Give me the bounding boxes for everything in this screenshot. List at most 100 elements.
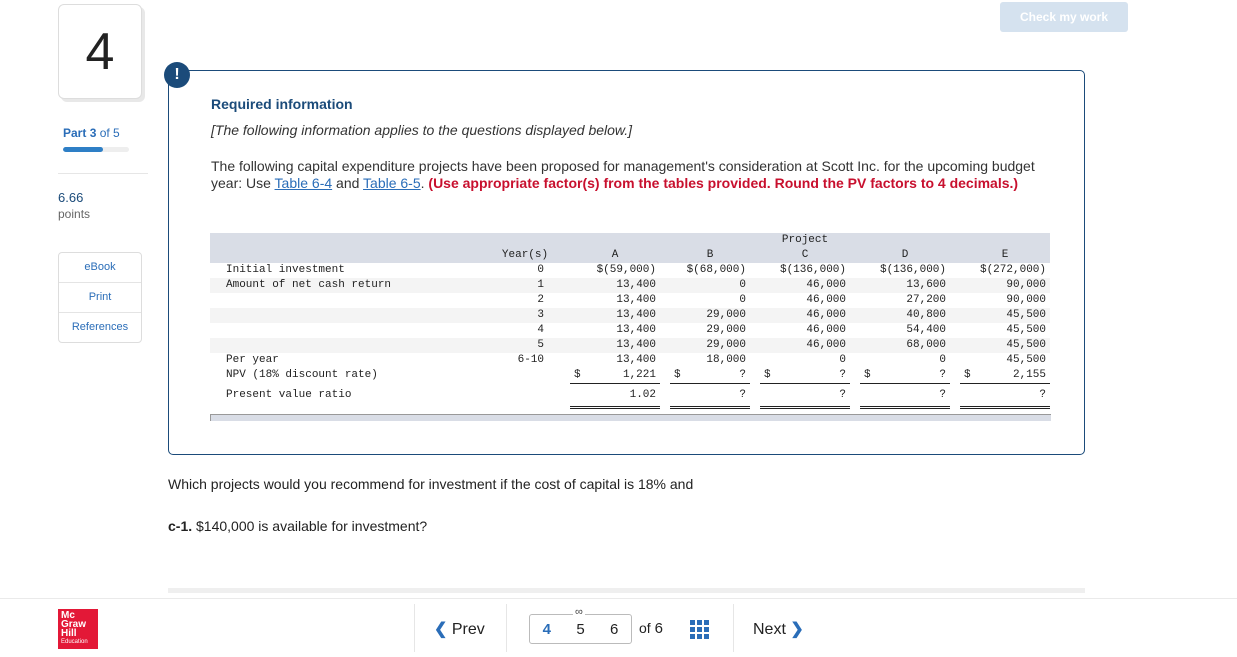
- link-icon: ∞: [573, 606, 585, 618]
- part-progress-bar: [63, 147, 129, 152]
- page-5[interactable]: 5: [576, 621, 584, 638]
- projects-table: Project Year(s) A B C D E Initial invest…: [210, 233, 1050, 409]
- year-header: Year(s): [490, 248, 560, 263]
- table-6-5-link[interactable]: Table 6-5: [363, 175, 421, 191]
- npv-e: $2,155: [960, 368, 1050, 384]
- cell-c: 46,000: [806, 324, 846, 336]
- cell-a: 13,400: [570, 278, 660, 293]
- project-c-header: C: [760, 248, 850, 263]
- cell-e: 90,000: [960, 278, 1050, 293]
- next-button[interactable]: Next ❯: [753, 619, 804, 639]
- part-current: 3: [89, 126, 97, 140]
- cell-c: 46,000: [760, 278, 850, 293]
- cell-d: 54,400: [906, 324, 946, 336]
- cell-b: 29,000: [670, 338, 750, 353]
- divider: [58, 173, 148, 174]
- pv-ratio-row: Present value ratio 1.02 ? ? ? ?: [210, 383, 1050, 409]
- cell-d: 0: [939, 354, 946, 366]
- references-link[interactable]: References: [59, 313, 141, 342]
- npv-label: NPV (18% discount rate): [226, 369, 378, 382]
- page-4[interactable]: 4: [543, 621, 551, 638]
- next-label: Next: [753, 621, 786, 638]
- row-year: 6-10: [517, 354, 544, 366]
- alert-icon: !: [164, 62, 190, 88]
- table-row: Per year 6-10 13,400 18,000 0 0 45,500: [210, 353, 1050, 368]
- projects-table-wrap: Project Year(s) A B C D E Initial invest…: [210, 233, 1050, 409]
- prev-label: Prev: [451, 621, 485, 638]
- cell-d: 13,600: [860, 278, 950, 293]
- cell-e: 45,500: [1006, 354, 1046, 366]
- question-number: 4: [85, 22, 115, 81]
- row-year: 1: [490, 278, 560, 293]
- nav-divider: [733, 604, 734, 652]
- cell-c: 0: [839, 354, 846, 366]
- npv-a: $1,221: [570, 368, 660, 384]
- table-scrollbar[interactable]: [210, 414, 1051, 421]
- table-row: Initial investment 0 $(59,000) $(68,000) $(1…: [210, 263, 1050, 278]
- prev-button[interactable]: ❮ Prev: [434, 619, 485, 639]
- body-text: and: [332, 175, 364, 191]
- cell-e: 45,500: [960, 308, 1050, 323]
- table-row: Amount of net cash return 1 13,400 0 46,000 1…: [210, 278, 1050, 293]
- page-6[interactable]: 6: [610, 621, 618, 638]
- pv-ratio-b: ?: [670, 383, 750, 409]
- required-info-body: The following capital expenditure projec…: [211, 158, 1041, 192]
- footer-divider: [0, 598, 1237, 599]
- required-info-note: [The following information applies to th…: [211, 122, 633, 138]
- cell-c: 46,000: [760, 308, 850, 323]
- table-6-4-link[interactable]: Table 6-4: [275, 175, 333, 191]
- question-text: Which projects would you recommend for i…: [168, 476, 694, 492]
- project-d-header: D: [860, 248, 950, 263]
- cell-b: 18,000: [706, 354, 746, 366]
- ebook-link[interactable]: eBook: [59, 253, 141, 283]
- pv-ratio-e: ?: [960, 383, 1050, 409]
- row-year: 0: [537, 264, 544, 276]
- row-year: 3: [490, 308, 560, 323]
- resource-links: eBook Print References: [58, 252, 142, 343]
- cell-a: $(59,000): [596, 264, 656, 276]
- nav-divider: [506, 604, 507, 652]
- cell-c: $(136,000): [779, 264, 846, 276]
- cell-e: 45,500: [1006, 324, 1046, 336]
- table-row: 3 13,400 29,000 46,000 40,800 45,500: [210, 308, 1050, 323]
- row-label: Per year: [226, 354, 279, 366]
- part-progress-fill: [63, 147, 103, 152]
- project-b-header: B: [670, 248, 750, 263]
- page-selector: 4 5 6: [529, 614, 632, 644]
- pv-ratio-c: ?: [760, 383, 850, 409]
- cell-d: 27,200: [906, 294, 946, 306]
- cell-a: 13,400: [616, 294, 656, 306]
- pv-ratio-d: ?: [860, 383, 950, 409]
- pv-ratio-label: Present value ratio: [226, 389, 352, 401]
- cell-c: 46,000: [760, 338, 850, 353]
- cell-d: 68,000: [860, 338, 950, 353]
- npv-row: NPV (18% discount rate) $1,221 $? $? $? …: [210, 368, 1050, 384]
- cell-e: 45,500: [960, 338, 1050, 353]
- cell-d: $(136,000): [879, 264, 946, 276]
- question-number-card: 4: [58, 4, 142, 99]
- row-label: Initial investment: [226, 264, 345, 276]
- sub-question-text: $140,000 is available for investment?: [192, 518, 428, 534]
- table-group-header-row: Project: [210, 233, 1050, 248]
- mcgraw-hill-logo: Mc Graw Hill Education: [58, 609, 98, 649]
- npv-b: $?: [670, 368, 750, 384]
- pv-ratio-a: 1.02: [570, 383, 660, 409]
- print-link[interactable]: Print: [59, 283, 141, 313]
- row-label: Amount of net cash return: [210, 278, 490, 293]
- row-year: 5: [490, 338, 560, 353]
- cell-b: 29,000: [670, 308, 750, 323]
- grid-icon[interactable]: [690, 620, 709, 639]
- row-label: [210, 293, 490, 308]
- table-row: 5 13,400 29,000 46,000 68,000 45,500: [210, 338, 1050, 353]
- npv-c: $?: [760, 368, 850, 384]
- row-label: [210, 308, 490, 323]
- project-a-header: A: [570, 248, 660, 263]
- row-label: [210, 338, 490, 353]
- check-my-work-button[interactable]: Check my work: [1000, 2, 1128, 32]
- cell-b: 29,000: [706, 324, 746, 336]
- chevron-right-icon: ❯: [790, 621, 804, 638]
- cell-b: 0: [739, 294, 746, 306]
- sub-question: c-1. $140,000 is available for investmen…: [168, 518, 427, 534]
- nav-divider: [414, 604, 415, 652]
- cell-a: 13,400: [570, 308, 660, 323]
